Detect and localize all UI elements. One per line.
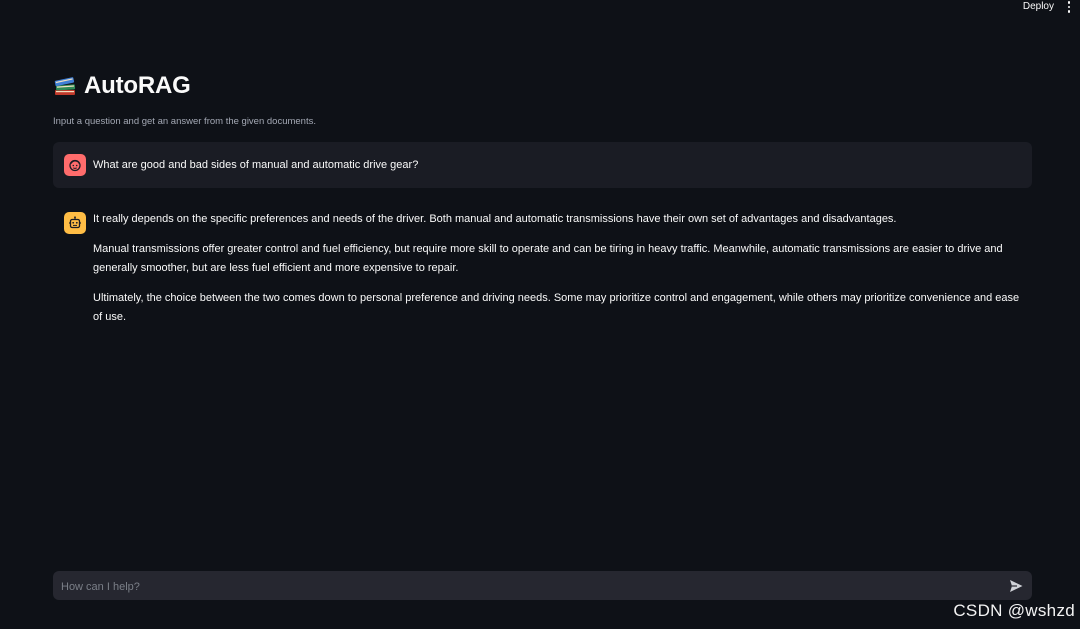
- robot-icon: [64, 212, 86, 234]
- chat-input[interactable]: [59, 571, 993, 602]
- page-header: AutoRAG: [53, 72, 191, 100]
- chat-input-container: [53, 571, 1032, 602]
- assistant-paragraph: Ultimately, the choice between the two c…: [93, 292, 1020, 323]
- menu-dot: [1067, 10, 1071, 13]
- watermark: CSDN @wshzd: [953, 601, 1075, 620]
- page-subtitle: Input a question and get an answer from …: [53, 116, 316, 127]
- page-title: AutoRAG: [84, 72, 191, 99]
- menu-dot: [1067, 1, 1071, 4]
- app-page: Deploy AutoRAG Input a question and get …: [0, 0, 1080, 629]
- assistant-message-body: It really depends on the specific prefer…: [93, 210, 1028, 338]
- user-face-icon: [64, 154, 86, 176]
- assistant-paragraph: It really depends on the specific prefer…: [93, 213, 897, 225]
- assistant-paragraph: Manual transmissions offer greater contr…: [93, 243, 1003, 274]
- top-bar: Deploy: [0, 0, 1080, 16]
- menu-dot: [1067, 5, 1071, 9]
- assistant-message: It really depends on the specific prefer…: [53, 200, 1032, 340]
- books-icon: [53, 74, 77, 98]
- user-message: What are good and bad sides of manual an…: [53, 142, 1032, 188]
- more-vertical-icon[interactable]: [1063, 0, 1075, 14]
- send-icon[interactable]: [1008, 578, 1024, 594]
- user-message-text: What are good and bad sides of manual an…: [93, 159, 419, 171]
- deploy-button[interactable]: Deploy: [1023, 1, 1054, 12]
